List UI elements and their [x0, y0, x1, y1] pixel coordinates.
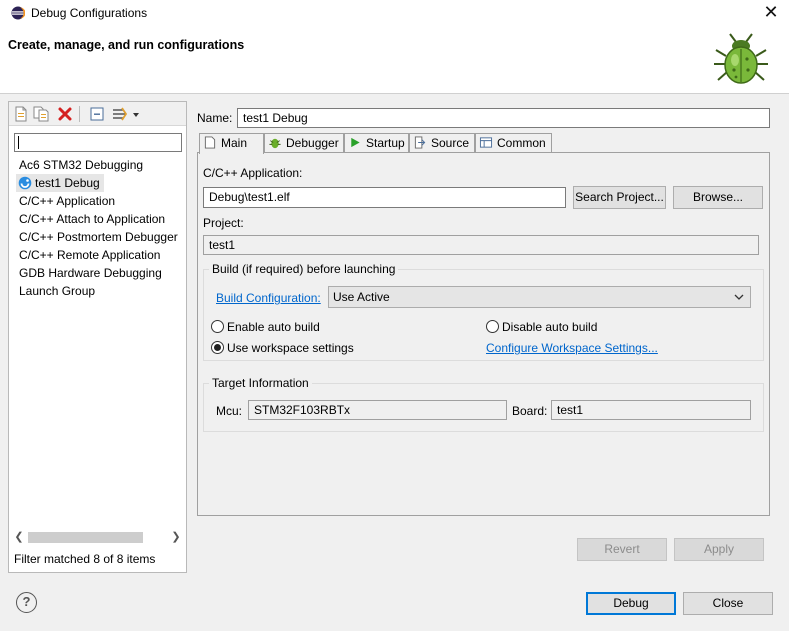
dropdown-icon[interactable]: [131, 106, 141, 122]
delete-icon[interactable]: [57, 106, 73, 122]
target-info-title: Target Information: [209, 376, 312, 390]
main-icon: [204, 136, 216, 149]
mcu-field: STM32F103RBTx: [248, 400, 507, 420]
eclipse-icon: [11, 6, 25, 20]
app-input[interactable]: Debug\test1.elf: [203, 187, 566, 208]
tree-item-gdb-hardware[interactable]: GDB Hardware Debugging: [19, 264, 162, 282]
name-label: Name:: [197, 111, 233, 125]
launch-config-icon: [18, 176, 32, 190]
tree-item-cpp-attach[interactable]: C/C++ Attach to Application: [19, 210, 165, 228]
debug-button[interactable]: Debug: [586, 592, 676, 615]
tree-item-cpp-remote[interactable]: C/C++ Remote Application: [19, 246, 160, 264]
search-project-button[interactable]: Search Project...: [573, 186, 666, 209]
disable-auto-build-label[interactable]: Disable auto build: [502, 320, 597, 334]
tree-item-label: C/C++ Attach to Application: [19, 212, 166, 226]
filter-input[interactable]: [14, 133, 182, 152]
tab-startup[interactable]: Startup: [344, 133, 409, 153]
app-label: C/C++ Application:: [203, 166, 303, 180]
configuration-tree-pane: Ac6 STM32 Debugging test1 Debug C/C++ Ap…: [8, 101, 187, 573]
tree-item-label: C/C++ Remote Application: [19, 248, 161, 262]
apply-button[interactable]: Apply: [674, 538, 764, 561]
board-field: test1: [551, 400, 751, 420]
build-configuration-link[interactable]: Build Configuration:: [216, 291, 321, 305]
tree-item-label: Ac6 STM32 Debugging: [19, 158, 144, 172]
tree-item-label: C/C++ Application: [19, 194, 116, 208]
title-bar: Debug Configurations ✕: [0, 0, 789, 26]
tab-source[interactable]: Source: [409, 133, 475, 153]
tree-item-label: test1 Debug: [35, 176, 100, 190]
scroll-right-icon[interactable]: ❯: [169, 529, 183, 546]
tree-item-launch-group[interactable]: Launch Group: [19, 282, 95, 300]
window-title: Debug Configurations: [31, 6, 148, 20]
scrollbar-thumb[interactable]: [28, 532, 143, 543]
tab-debugger[interactable]: Debugger: [264, 133, 344, 153]
toolbar-separator: [79, 106, 80, 122]
scroll-left-icon[interactable]: ❮: [12, 529, 26, 546]
startup-icon: [351, 137, 360, 148]
tree-item-test1-debug[interactable]: test1 Debug: [16, 174, 104, 192]
tree-item-label: GDB Hardware Debugging: [19, 266, 162, 280]
common-icon: [479, 137, 493, 148]
enable-auto-build-radio[interactable]: [211, 320, 224, 333]
tree-item-label: Launch Group: [19, 284, 96, 298]
tree-item-ac6-stm32-debugging[interactable]: Ac6 STM32 Debugging: [19, 156, 143, 174]
bug-icon: [714, 33, 768, 84]
tab-common[interactable]: Common: [475, 133, 552, 153]
debugger-icon: [269, 138, 281, 149]
use-workspace-label[interactable]: Use workspace settings: [227, 341, 354, 355]
board-label: Board:: [512, 404, 548, 418]
new-config-icon[interactable]: [13, 106, 29, 122]
build-configuration-select[interactable]: Use Active: [328, 286, 751, 308]
duplicate-icon[interactable]: [33, 106, 49, 122]
name-input[interactable]: test1 Debug: [237, 108, 770, 128]
horizontal-scrollbar[interactable]: ❮ ❯: [12, 529, 183, 546]
tree-item-label: C/C++ Postmortem Debugger: [19, 230, 178, 244]
mcu-label: Mcu:: [216, 404, 243, 418]
filter-status: Filter matched 8 of 8 items: [14, 552, 156, 566]
build-group-title: Build (if required) before launching: [209, 262, 399, 276]
enable-auto-build-label[interactable]: Enable auto build: [227, 320, 320, 334]
tab-main[interactable]: Main: [199, 133, 264, 154]
tree-toolbar: [9, 102, 186, 126]
close-button[interactable]: Close: [683, 592, 773, 615]
configure-workspace-link[interactable]: Configure Workspace Settings...: [486, 341, 658, 355]
project-label: Project:: [203, 216, 244, 230]
help-icon[interactable]: ?: [16, 592, 37, 613]
source-icon: [414, 136, 426, 149]
revert-button[interactable]: Revert: [577, 538, 667, 561]
chevron-down-icon: [734, 294, 744, 300]
header-banner: Create, manage, and run configurations: [0, 26, 789, 94]
browse-button[interactable]: Browse...: [673, 186, 763, 209]
tree-item-cpp-postmortem[interactable]: C/C++ Postmortem Debugger: [19, 228, 178, 246]
collapse-all-icon[interactable]: [89, 106, 105, 122]
project-field: test1: [203, 235, 759, 255]
header-title: Create, manage, and run configurations: [8, 38, 245, 52]
tree-item-cpp-application[interactable]: C/C++ Application: [19, 192, 115, 210]
close-window-button[interactable]: ✕: [760, 1, 782, 23]
disable-auto-build-radio[interactable]: [486, 320, 499, 333]
use-workspace-radio[interactable]: [211, 341, 224, 354]
filter-icon[interactable]: [112, 106, 128, 122]
